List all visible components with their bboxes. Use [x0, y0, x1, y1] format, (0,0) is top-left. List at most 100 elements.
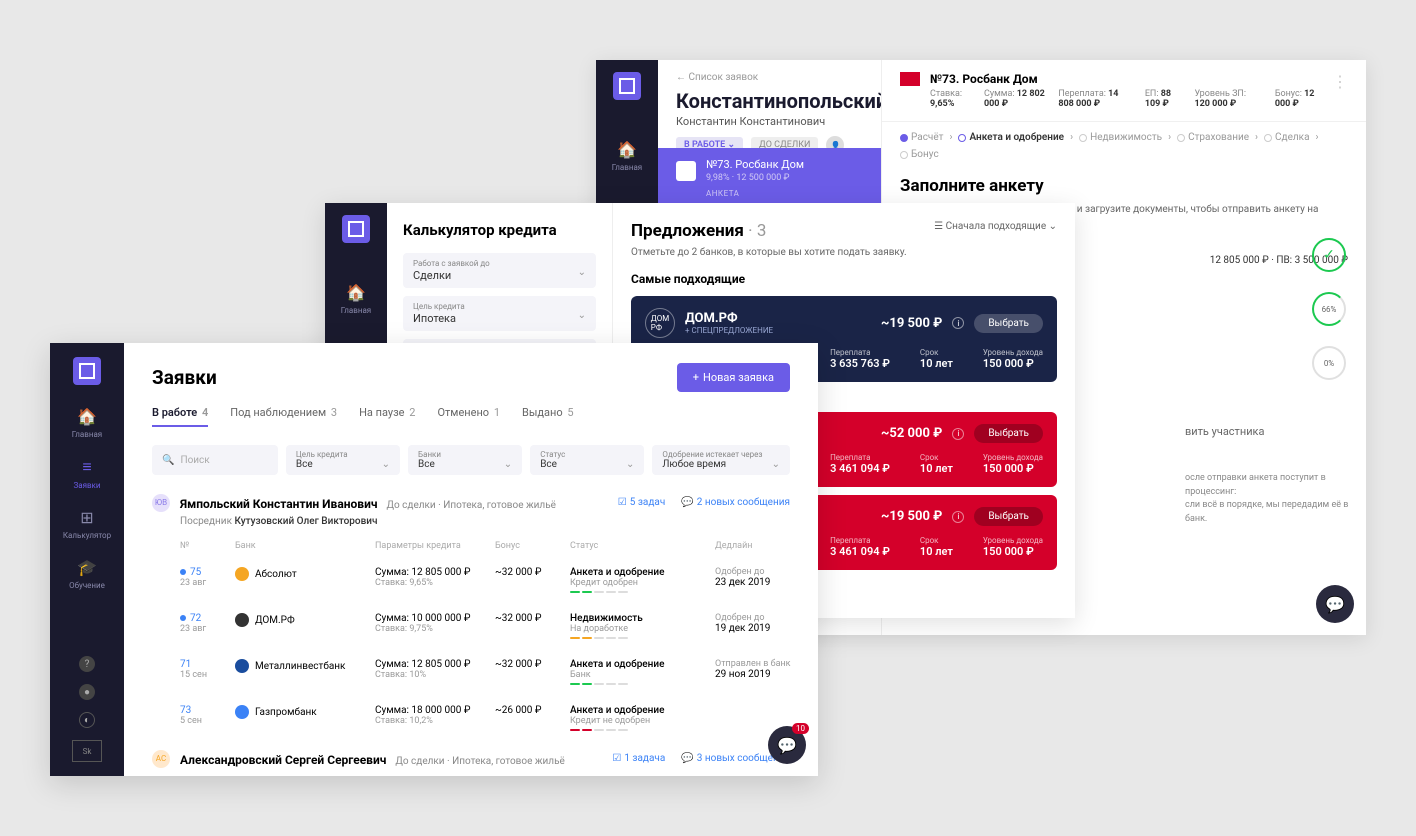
logo[interactable]: [613, 72, 641, 100]
select-button[interactable]: Выбрать: [974, 507, 1043, 526]
bank-logo-icon: [676, 161, 696, 181]
deadline-date: 29 ноя 2019: [715, 669, 815, 680]
search-input[interactable]: 🔍Поиск: [152, 445, 278, 475]
bank-logo-icon: [235, 659, 249, 673]
tasks-link[interactable]: ☑5 задач: [618, 497, 666, 508]
table-header: №БанкПараметры кредитаБонусСтатусДедлайн: [152, 535, 790, 557]
rosbank-logo-icon: [900, 72, 920, 86]
filter-status[interactable]: СтатусВсе⌄: [530, 445, 644, 475]
grid-icon: ⊞: [80, 508, 93, 527]
row-menu-icon[interactable]: ⋮: [815, 567, 818, 578]
section-title: Заполните анкету: [900, 176, 1348, 196]
progress-steps: Расчёт› Анкета и одобрение› Недвижимость…: [882, 122, 1366, 170]
chevron-down-icon: ⌄: [578, 267, 586, 278]
status-sub: Кредит одобрен: [570, 578, 715, 588]
window-applications-list: 🏠Главная ≡Заявки ⊞Калькулятор 🎓Обучение …: [50, 343, 818, 776]
deadline-label: Одобрен до: [715, 567, 815, 577]
user-icon[interactable]: ●: [79, 684, 95, 700]
more-icon[interactable]: ⋮: [1332, 72, 1348, 91]
graduation-icon: 🎓: [77, 558, 97, 577]
table-row[interactable]: 735 сен Газпромбанк Сумма: 18 000 000 ₽С…: [152, 695, 790, 741]
tasks-link[interactable]: ☑1 задача: [612, 753, 665, 764]
bank-name: Газпромбанк: [255, 707, 317, 718]
chat-button[interactable]: 💬10: [768, 726, 806, 764]
main-content: Заявки +Новая заявка В работе 4 Под набл…: [124, 343, 818, 776]
field-goal[interactable]: Цель кредита Ипотека ⌄: [403, 296, 596, 331]
info-icon[interactable]: i: [952, 317, 964, 329]
progress-bar: [570, 637, 715, 639]
nav-education[interactable]: 🎓Обучение: [69, 558, 105, 590]
chevron-down-icon: ⌄: [772, 459, 780, 470]
select-button[interactable]: Выбрать: [974, 424, 1043, 443]
offers-hint: Отметьте до 2 банков, в которые вы хотит…: [631, 247, 1057, 258]
tab-watching[interactable]: Под наблюдением 3: [230, 406, 337, 427]
status-sub: Кредит не одобрен: [570, 716, 715, 726]
client-name[interactable]: Ямпольский Константин Иванович: [180, 497, 378, 511]
filter-deadline[interactable]: Одобрение истекает черезЛюбое время⌄: [652, 445, 790, 475]
table-row[interactable]: 7523 авг Абсолют Сумма: 12 805 000 ₽Став…: [152, 557, 790, 603]
app-number-link[interactable]: 73: [180, 705, 191, 716]
nav-home[interactable]: 🏠Главная: [341, 283, 371, 315]
app-number-link[interactable]: 71: [180, 659, 191, 670]
tab-in-progress[interactable]: В работе 4: [152, 406, 208, 427]
status-tabs: В работе 4 Под наблюдением 3 На паузе 2 …: [152, 406, 790, 427]
bank-name: ДОМ.РФ: [255, 615, 295, 626]
progress-ring-empty: 0%: [1312, 346, 1346, 380]
nav-home[interactable]: 🏠Главная: [72, 407, 102, 439]
tab-issued[interactable]: Выдано 5: [522, 406, 574, 427]
status-text: Недвижимость: [570, 613, 715, 624]
agent-name: Кутузовский Олег Викторович: [234, 516, 377, 527]
offer-bank-name: ДОМ.РФ: [685, 311, 871, 326]
nav-label: Заявки: [73, 481, 100, 490]
info-icon[interactable]: i: [952, 428, 964, 440]
chat-button[interactable]: 💬: [1316, 585, 1354, 623]
logo[interactable]: [342, 215, 370, 243]
toggle-icon[interactable]: ◐: [79, 712, 95, 728]
nav-applications[interactable]: ≡ Заявки: [73, 457, 100, 490]
offer-params: 9,98% · 12 500 000 ₽: [706, 173, 804, 183]
info-icon[interactable]: i: [952, 511, 964, 523]
page-title: Заявки: [152, 366, 217, 389]
stack-icon: ≡: [82, 457, 91, 477]
tab-cancelled[interactable]: Отменено 1: [437, 406, 500, 427]
sort-dropdown[interactable]: ☰ Сначала подходящие ⌄: [934, 221, 1057, 232]
status-text: Анкета и одобрение: [570, 659, 715, 670]
client-name[interactable]: Александровский Сергей Сергеевич: [180, 753, 386, 767]
progress-ring-partial: 66%: [1312, 292, 1346, 326]
bonus-amount: ~32 000 ₽: [495, 567, 570, 578]
loan-rate: Ставка: 9,75%: [375, 624, 495, 634]
bank-logo-icon: [235, 705, 249, 719]
sk-badge: Sk: [72, 740, 102, 762]
app-number-link[interactable]: 75: [190, 567, 201, 578]
sidebar: 🏠Главная ≡Заявки ⊞Калькулятор 🎓Обучение …: [50, 343, 124, 776]
plus-icon: +: [693, 371, 699, 384]
logo[interactable]: [73, 357, 101, 385]
tab-paused[interactable]: На паузе 2: [359, 406, 415, 427]
filter-goal[interactable]: Цель кредитаВсе⌄: [286, 445, 400, 475]
chat-icon: 💬: [681, 497, 693, 508]
nav-home[interactable]: 🏠Главная: [612, 140, 642, 172]
select-button[interactable]: Выбрать: [974, 314, 1043, 333]
progress-ring-complete: ✓: [1312, 238, 1346, 272]
unread-dot-icon: [180, 569, 186, 575]
nav-calculator[interactable]: ⊞Калькулятор: [63, 508, 111, 540]
loan-rate: Ставка: 10,2%: [375, 716, 495, 726]
loan-rate: Ставка: 10%: [375, 670, 495, 680]
chevron-down-icon: ⌄: [626, 459, 634, 470]
client-avatar: ЮВ: [152, 494, 170, 512]
status-text: Анкета и одобрение: [570, 567, 715, 578]
bonus-amount: ~26 000 ₽: [495, 705, 570, 716]
bank-name: Абсолют: [255, 569, 297, 580]
add-participant-link[interactable]: вить участника: [1185, 425, 1264, 438]
bank-logo-icon: [235, 613, 249, 627]
filter-banks[interactable]: БанкиВсе⌄: [408, 445, 522, 475]
app-number-link[interactable]: 72: [190, 613, 201, 624]
offer-name: №73. Росбанк Дом: [706, 158, 804, 171]
table-row[interactable]: 7223 авг ДОМ.РФ Сумма: 10 000 000 ₽Ставк…: [152, 603, 790, 649]
help-icon[interactable]: ?: [79, 656, 95, 672]
bonus-amount: ~32 000 ₽: [495, 613, 570, 624]
table-row[interactable]: 7115 сен Металлинвестбанк Сумма: 12 805 …: [152, 649, 790, 695]
field-stage[interactable]: Работа с заявкой до Сделки ⌄: [403, 253, 596, 288]
messages-link[interactable]: 💬2 новых сообщения: [681, 497, 790, 508]
new-application-button[interactable]: +Новая заявка: [677, 363, 790, 392]
